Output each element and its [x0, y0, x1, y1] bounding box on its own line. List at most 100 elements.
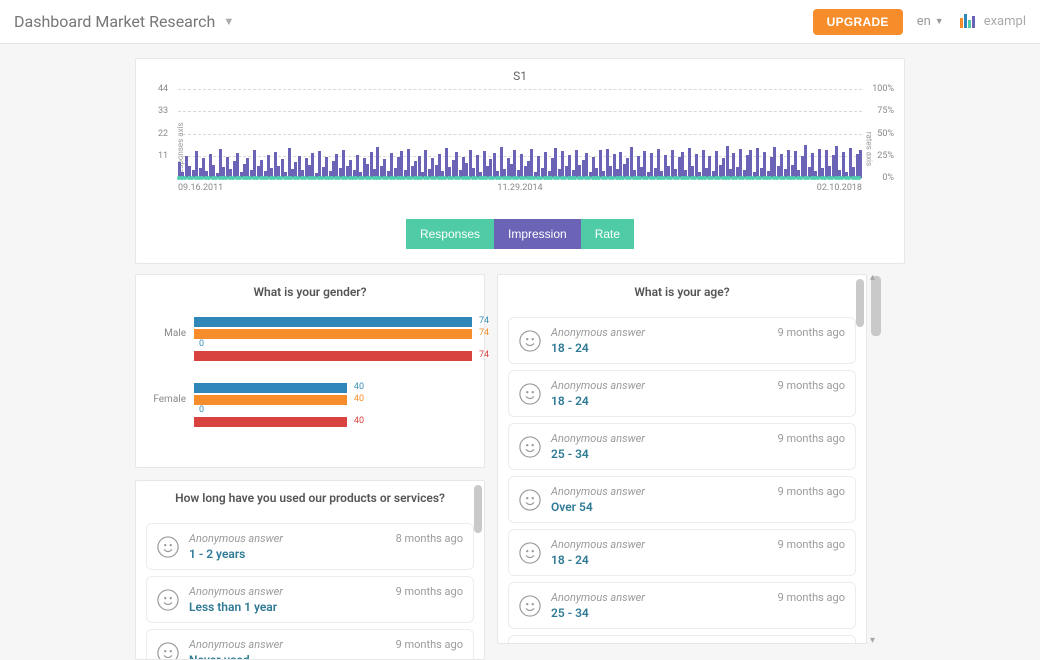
- answer-anon-label: Anonymous answer: [551, 379, 645, 392]
- answer-time: 8 months ago: [396, 532, 463, 545]
- caret-down-icon: ▼: [935, 16, 944, 27]
- avatar-icon: [157, 642, 179, 660]
- answer-anon-label: Anonymous answer: [551, 432, 645, 445]
- chart-tabs: Responses Impression Rate: [150, 219, 890, 249]
- gender-bar: [194, 351, 472, 361]
- answer-time: 9 months ago: [778, 379, 845, 392]
- caret-down-icon: ▼: [223, 15, 234, 28]
- answer-card[interactable]: Anonymous answer 9 months ago 25 - 34: [508, 582, 856, 629]
- answer-anon-label: Anonymous answer: [551, 485, 645, 498]
- gender-value: 0: [199, 405, 204, 415]
- gender-label: Male: [148, 328, 194, 339]
- gender-value: 74: [479, 350, 489, 360]
- usage-panel: How long have you used our products or s…: [135, 480, 485, 660]
- answer-value: 1 - 2 years: [189, 547, 463, 561]
- gender-bar: [194, 383, 347, 393]
- answer-value: 25 - 34: [551, 447, 845, 461]
- ytick-right: 25%: [877, 151, 894, 161]
- answer-anon-label: Anonymous answer: [551, 591, 645, 604]
- answer-time: 9 months ago: [778, 485, 845, 498]
- xtick: 09.16.2011: [178, 183, 223, 193]
- gender-bar: [194, 317, 472, 327]
- avatar-icon: [157, 536, 179, 558]
- answer-card[interactable]: Anonymous answer 8 months ago 1 - 2 years: [146, 523, 474, 570]
- answer-value: 18 - 24: [551, 394, 845, 408]
- gender-value: 40: [354, 416, 364, 426]
- answer-card[interactable]: Anonymous answer 9 months ago 18 - 24: [508, 317, 856, 364]
- answer-value: 18 - 24: [551, 341, 845, 355]
- gender-value: 40: [354, 394, 364, 404]
- gender-panel: What is your gender? 74Male7407440Female…: [135, 274, 485, 468]
- xtick: 02.10.2018: [817, 183, 862, 193]
- page-title: Dashboard Market Research: [14, 12, 215, 31]
- gender-value: 40: [354, 382, 364, 392]
- answer-card[interactable]: Anonymous answer 9 months ago Never used: [146, 629, 474, 660]
- ytick-left: 44: [158, 84, 168, 94]
- answer-card[interactable]: Anonymous answer9 months ago18 - 24: [508, 635, 856, 644]
- timeline-bar: [859, 150, 862, 178]
- answer-value: 25 - 34: [551, 606, 845, 620]
- xtick: 11.29.2014: [497, 183, 542, 193]
- answer-anon-label: Anonymous answer: [551, 326, 645, 339]
- answer-value: 18 - 24: [551, 553, 845, 567]
- answer-anon-label: Anonymous answer: [189, 585, 283, 598]
- age-scrollbar[interactable]: [856, 279, 864, 639]
- ytick-right: 0%: [882, 173, 894, 183]
- topbar: Dashboard Market Research ▼ UPGRADE en ▼…: [0, 0, 1040, 44]
- gender-value: 74: [479, 328, 489, 338]
- page-scrollbar[interactable]: ▴ ▾: [871, 274, 881, 644]
- gender-bar: [194, 417, 347, 427]
- brand-logo-icon: [958, 12, 978, 32]
- chart-title: S1: [150, 69, 890, 83]
- gender-label: Female: [148, 394, 194, 405]
- answer-time: 9 months ago: [778, 591, 845, 604]
- gender-value: 0: [199, 339, 204, 349]
- answer-value: Over 54: [551, 500, 845, 514]
- age-panel: What is your age? Anonymous answer9 mont…: [497, 274, 867, 644]
- account-name[interactable]: exampl: [984, 14, 1026, 29]
- lower-grid: What is your gender? 74 Male 74 0 74 40 Female…: [135, 274, 905, 660]
- gender-bar: [194, 329, 472, 339]
- ytick-left: 22: [158, 129, 168, 139]
- tab-responses[interactable]: Responses: [406, 219, 494, 249]
- scroll-up-icon[interactable]: ▴: [870, 272, 875, 283]
- answer-anon-label: Anonymous answer: [189, 638, 283, 651]
- ytick-left: 33: [158, 106, 168, 116]
- tab-impression[interactable]: Impression: [494, 219, 581, 249]
- answer-anon-label: Anonymous answer: [189, 532, 283, 545]
- upgrade-button[interactable]: UPGRADE: [813, 9, 903, 35]
- answer-card[interactable]: Anonymous answer 9 months ago Over 54: [508, 476, 856, 523]
- usage-title: How long have you used our products or s…: [136, 481, 484, 513]
- ytick-left: 11: [158, 151, 168, 161]
- answer-time: 9 months ago: [778, 326, 845, 339]
- avatar-icon: [519, 542, 541, 564]
- ytick-right: 50%: [877, 129, 894, 139]
- tab-rate[interactable]: Rate: [581, 219, 634, 249]
- y-axis-right-label: rates axis: [864, 132, 873, 166]
- answer-value: Less than 1 year: [189, 600, 463, 614]
- answer-card[interactable]: Anonymous answer 9 months ago 18 - 24: [508, 370, 856, 417]
- answer-value: Never used: [189, 653, 463, 660]
- avatar-icon: [519, 330, 541, 352]
- answer-time: 9 months ago: [396, 585, 463, 598]
- answer-card[interactable]: Anonymous answer9 months ago25 - 34: [508, 423, 856, 470]
- gender-title: What is your gender?: [136, 275, 484, 307]
- scroll-down-icon[interactable]: ▾: [870, 635, 875, 646]
- answer-time: 9 months ago: [396, 638, 463, 651]
- usage-scrollbar[interactable]: [474, 485, 482, 655]
- answer-card[interactable]: Anonymous answer9 months ago18 - 24: [508, 529, 856, 576]
- avatar-icon: [519, 436, 541, 458]
- avatar-icon: [519, 489, 541, 511]
- gender-bar: [194, 395, 347, 405]
- page-title-dropdown[interactable]: Dashboard Market Research ▼: [14, 12, 234, 31]
- chart-plot: 44 33 22 11 100% 75% 50% 25% 0%: [178, 89, 862, 179]
- language-label: en: [917, 14, 931, 29]
- ytick-right: 100%: [872, 84, 894, 94]
- answer-card[interactable]: Anonymous answer 9 months ago Less than 1 …: [146, 576, 474, 623]
- ytick-right: 75%: [877, 106, 894, 116]
- language-dropdown[interactable]: en ▼: [917, 14, 944, 29]
- avatar-icon: [157, 589, 179, 611]
- avatar-icon: [519, 383, 541, 405]
- answer-time: 9 months ago: [778, 538, 845, 551]
- gender-value: 74: [479, 316, 489, 326]
